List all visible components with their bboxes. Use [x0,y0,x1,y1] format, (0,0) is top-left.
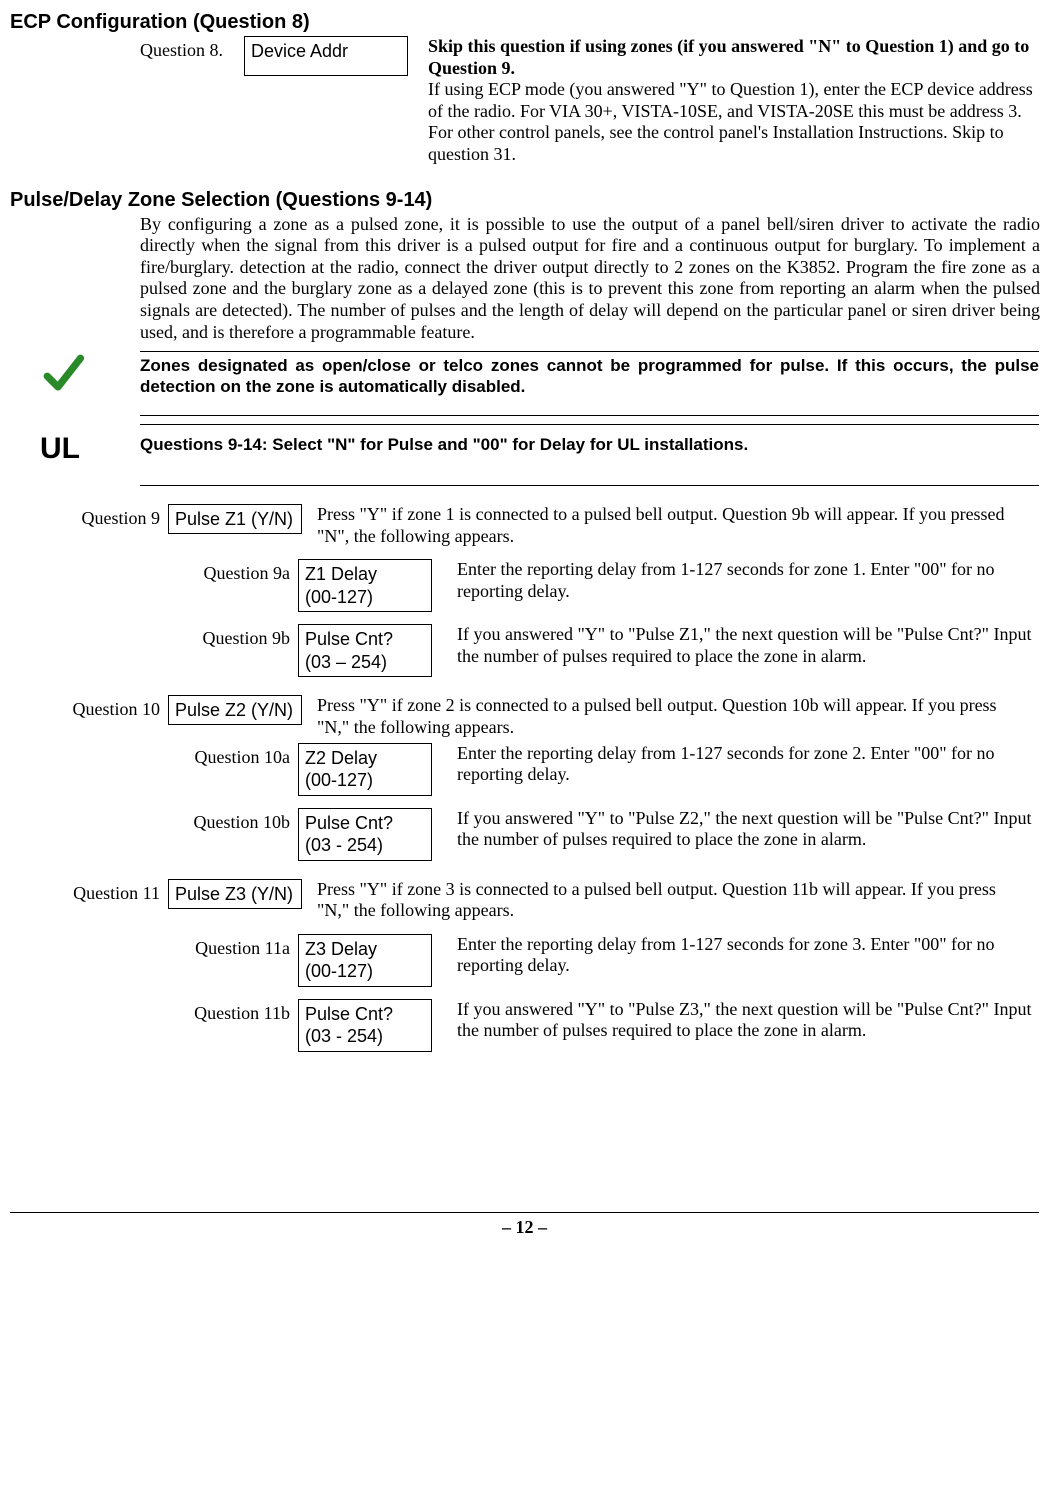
question-9b-label: Question 9b [10,624,298,650]
question-11-box: Pulse Z3 (Y/N) [168,879,302,909]
question-11b-row: Question 11b Pulse Cnt?(03 - 254) If you… [10,999,1039,1052]
ul-note-row: UL Questions 9-14: Select "N" for Pulse … [10,424,1039,486]
page-number: – 12 – [10,1212,1039,1239]
question-9a-desc: Enter the reporting delay from 1-127 sec… [457,559,1039,602]
question-8-row: Question 8. Device Addr Skip this questi… [140,36,1039,166]
question-11a-desc: Enter the reporting delay from 1-127 sec… [457,934,1039,977]
question-9a-label: Question 9a [10,559,298,585]
question-8-desc-bold: Skip this question if using zones (if yo… [428,36,1029,78]
question-9-row: Question 9 Pulse Z1 (Y/N) Press "Y" if z… [10,504,1039,547]
question-10a-row: Question 10a Z2 Delay(00-127) Enter the … [10,743,1039,796]
ul-note-text: Questions 9-14: Select "N" for Pulse and… [140,424,1039,486]
question-10b-desc: If you answered "Y" to "Pulse Z2," the n… [457,808,1039,851]
question-11b-label: Question 11b [10,999,298,1025]
question-9b-desc: If you answered "Y" to "Pulse Z1," the n… [457,624,1039,667]
question-10-label: Question 10 [10,695,168,721]
ecp-heading: ECP Configuration (Question 8) [10,10,1039,34]
question-10b-box: Pulse Cnt?(03 - 254) [298,808,432,861]
question-10-desc: Press "Y" if zone 2 is connected to a pu… [317,695,1017,738]
question-11-row: Question 11 Pulse Z3 (Y/N) Press "Y" if … [10,879,1039,922]
question-9b-row: Question 9b Pulse Cnt?(03 – 254) If you … [10,624,1039,677]
pulse-heading: Pulse/Delay Zone Selection (Questions 9-… [10,188,1039,212]
question-10a-label: Question 10a [10,743,298,769]
check-icon [10,351,140,402]
pulse-intro-text: By configuring a zone as a pulsed zone, … [140,214,1040,344]
check-note-text: Zones designated as open/close or telco … [140,351,1039,416]
question-11-desc: Press "Y" if zone 3 is connected to a pu… [317,879,1017,922]
question-9-desc: Press "Y" if zone 1 is connected to a pu… [317,504,1017,547]
question-9b-box: Pulse Cnt?(03 – 254) [298,624,432,677]
question-10a-desc: Enter the reporting delay from 1-127 sec… [457,743,1039,786]
question-8-desc: Skip this question if using zones (if yo… [428,36,1038,166]
question-10a-box: Z2 Delay(00-127) [298,743,432,796]
question-9a-row: Question 9a Z1 Delay(00-127) Enter the r… [10,559,1039,612]
question-8-desc-rest: If using ECP mode (you answered "Y" to Q… [428,79,1033,164]
question-9-label: Question 9 [10,504,168,530]
question-10-row: Question 10 Pulse Z2 (Y/N) Press "Y" if … [10,695,1039,738]
question-9-box: Pulse Z1 (Y/N) [168,504,302,534]
question-11-label: Question 11 [10,879,168,905]
question-11a-label: Question 11a [10,934,298,960]
question-8-label: Question 8. [140,36,240,62]
question-10b-row: Question 10b Pulse Cnt?(03 - 254) If you… [10,808,1039,861]
question-11b-box: Pulse Cnt?(03 - 254) [298,999,432,1052]
question-9a-box: Z1 Delay(00-127) [298,559,432,612]
question-11a-box: Z3 Delay(00-127) [298,934,432,987]
check-note-row: Zones designated as open/close or telco … [10,347,1039,420]
question-10-box: Pulse Z2 (Y/N) [168,695,302,725]
ul-badge: UL [10,424,140,464]
question-8-box: Device Addr [244,36,408,76]
question-10b-label: Question 10b [10,808,298,834]
question-11b-desc: If you answered "Y" to "Pulse Z3," the n… [457,999,1039,1042]
question-11a-row: Question 11a Z3 Delay(00-127) Enter the … [10,934,1039,987]
